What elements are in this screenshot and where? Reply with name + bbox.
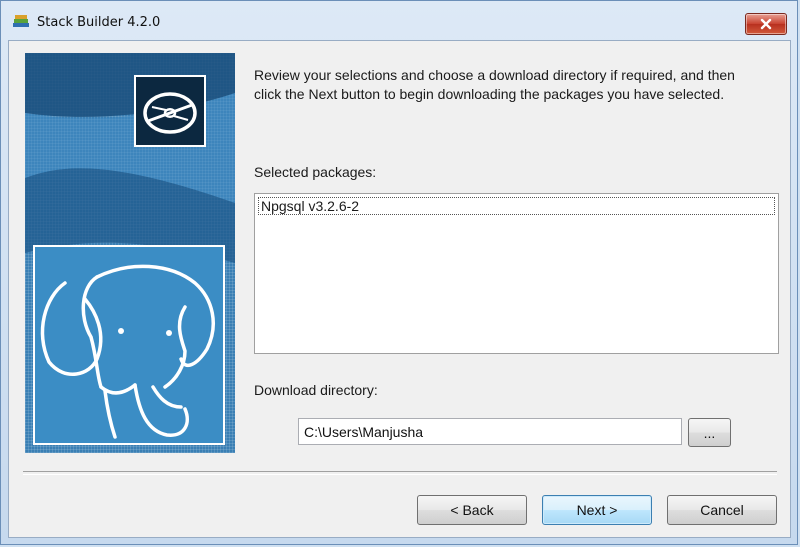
back-button[interactable]: < Back (417, 495, 527, 525)
download-directory-label: Download directory: (254, 382, 378, 398)
close-icon (760, 18, 772, 30)
disc-icon-frame (134, 75, 206, 147)
stack-builder-icon (13, 15, 29, 27)
download-directory-input[interactable] (298, 418, 682, 445)
browse-button[interactable]: ... (688, 418, 731, 447)
cancel-button[interactable]: Cancel (667, 495, 777, 525)
selected-packages-list[interactable]: Npgsql v3.2.6-2 (254, 193, 779, 354)
next-button[interactable]: Next > (542, 495, 652, 525)
instructions-text: Review your selections and choose a down… (254, 67, 735, 102)
window-title: Stack Builder 4.2.0 (37, 15, 161, 30)
postgresql-elephant-logo (40, 264, 215, 439)
button-separator (23, 471, 777, 475)
postgresql-logo-frame (33, 245, 225, 445)
list-item[interactable]: Npgsql v3.2.6-2 (258, 197, 775, 215)
wizard-banner (25, 53, 235, 453)
selected-packages-label: Selected packages: (254, 164, 377, 180)
title-bar[interactable]: Stack Builder 4.2.0 (1, 1, 797, 35)
close-button[interactable] (745, 13, 787, 35)
wizard-page: Review your selections and choose a down… (8, 40, 791, 538)
disc-icon (143, 92, 197, 134)
stack-builder-window: Stack Builder 4.2.0 Review your selectio… (0, 0, 798, 545)
